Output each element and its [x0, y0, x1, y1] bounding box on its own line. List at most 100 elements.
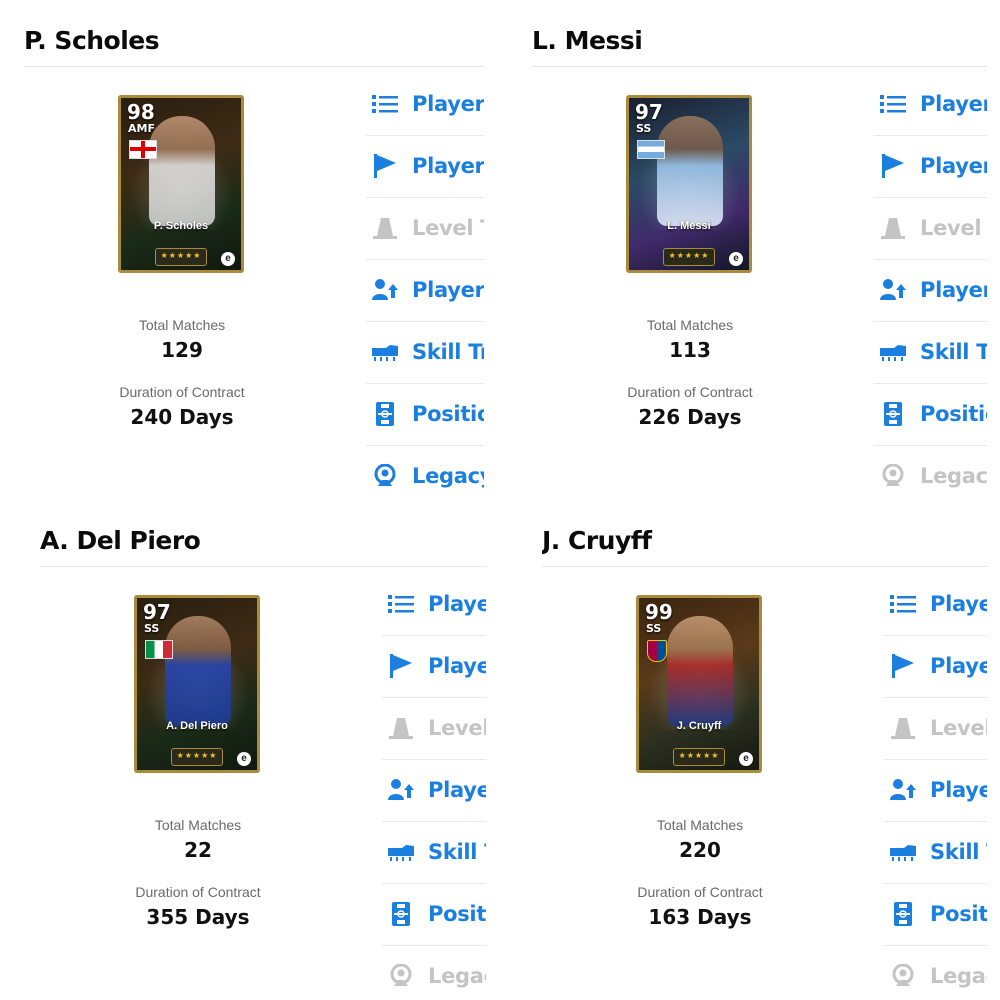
menu-level-training[interactable]: Level Training: [884, 698, 987, 760]
menu-label: Level Training: [412, 216, 484, 240]
total-matches-label: Total Matches: [646, 317, 734, 333]
player-panel-cruyff: J. Cruyff 99 SS J. Cruyff ★★★★★ e Total …: [542, 522, 987, 992]
menu-skill-training[interactable]: Skill Training: [382, 822, 486, 884]
menu-skill-training[interactable]: Skill Training: [884, 822, 987, 884]
player-image: [667, 616, 733, 726]
action-menu: Player Details Player Profile Level Trai…: [874, 74, 987, 492]
card-player-name: J. Cruyff: [676, 720, 722, 732]
menu-position-training[interactable]: Position Training: [382, 884, 486, 946]
player-card[interactable]: 99 SS J. Cruyff ★★★★★ e: [636, 595, 762, 773]
menu-position-training[interactable]: Position Training: [874, 384, 987, 446]
card-rating: 97: [143, 600, 171, 624]
efootball-logo-icon: e: [237, 752, 251, 766]
menu-label: Level Training: [930, 716, 987, 740]
list-icon: [372, 95, 398, 113]
card-position: SS: [636, 122, 652, 135]
menu-player-details[interactable]: Player Details: [366, 74, 484, 136]
flag-icon: [390, 654, 412, 678]
person-up-icon: [880, 279, 906, 300]
person-up-icon: [372, 279, 398, 300]
menu-player-progression[interactable]: Player Progression: [884, 760, 987, 822]
player-panel-scholes: P. Scholes 98 AMF P. Scholes ★★★★★ e Tot…: [24, 22, 484, 492]
menu-legacy[interactable]: Legacy: [884, 946, 987, 992]
menu-player-details[interactable]: Player Details: [874, 74, 987, 136]
menu-skill-training[interactable]: Skill Training: [874, 322, 987, 384]
boot-icon: [388, 845, 414, 861]
legacy-icon: [390, 964, 412, 986]
menu-player-profile[interactable]: Player Profile: [884, 636, 987, 698]
menu-legacy[interactable]: Legacy: [874, 446, 987, 492]
menu-player-details[interactable]: Player Details: [884, 574, 987, 636]
legacy-icon: [892, 964, 914, 986]
pitch-icon: [894, 902, 912, 926]
menu-level-training[interactable]: Level Training: [382, 698, 486, 760]
menu-label: Player Progression: [428, 778, 486, 802]
menu-label: Player Details: [428, 592, 486, 616]
menu-skill-training[interactable]: Skill Training: [366, 322, 484, 384]
flag-icon: [892, 654, 914, 678]
cone-icon: [373, 218, 397, 239]
pitch-icon: [884, 402, 902, 426]
menu-label: Position Training: [428, 902, 486, 926]
total-matches-value: 220: [679, 838, 721, 862]
menu-label: Player Profile: [930, 654, 987, 678]
stars-icon: ★★★★★: [160, 251, 202, 260]
menu-label: Player Progression: [412, 278, 484, 302]
menu-player-profile[interactable]: Player Profile: [366, 136, 484, 198]
action-menu: Player Details Player Profile Level Trai…: [382, 574, 486, 992]
divider: [542, 566, 987, 567]
player-card[interactable]: 97 SS L. Messi ★★★★★ e: [626, 95, 752, 273]
player-card[interactable]: 98 AMF P. Scholes ★★★★★ e: [118, 95, 244, 273]
player-name: A. Del Piero: [40, 526, 201, 555]
menu-player-profile[interactable]: Player Profile: [874, 136, 987, 198]
menu-position-training[interactable]: Position Training: [366, 384, 484, 446]
menu-label: Skill Training: [412, 340, 484, 364]
card-base: ★★★★★: [673, 748, 725, 766]
card-player-name: L. Messi: [667, 220, 711, 232]
flag-icon: [882, 154, 904, 178]
player-name: J. Cruyff: [542, 526, 652, 555]
menu-label: Legacy: [920, 464, 987, 488]
player-image: [165, 616, 231, 726]
card-base: ★★★★★: [155, 248, 207, 266]
menu-label: Position Training: [920, 402, 987, 426]
contract-label: Duration of Contract: [119, 384, 245, 400]
total-matches-label: Total Matches: [154, 817, 242, 833]
menu-label: Player Profile: [428, 654, 486, 678]
contract-value: 226 Days: [638, 405, 742, 429]
fc-barcelona-crest-icon: [647, 640, 667, 662]
menu-player-details[interactable]: Player Details: [382, 574, 486, 636]
card-position: SS: [646, 622, 662, 635]
boot-icon: [372, 345, 398, 361]
menu-player-progression[interactable]: Player Progression: [366, 260, 484, 322]
menu-player-profile[interactable]: Player Profile: [382, 636, 486, 698]
contract-label: Duration of Contract: [637, 884, 763, 900]
menu-label: Player Details: [930, 592, 987, 616]
card-base: ★★★★★: [171, 748, 223, 766]
person-up-icon: [388, 779, 414, 800]
menu-level-training[interactable]: Level Training: [366, 198, 484, 260]
menu-position-training[interactable]: Position Training: [884, 884, 987, 946]
divider: [532, 66, 987, 67]
menu-player-progression[interactable]: Player Progression: [382, 760, 486, 822]
card-player-name: A. Del Piero: [166, 720, 228, 732]
card-position: AMF: [128, 122, 155, 135]
menu-label: Legacy: [428, 964, 486, 988]
menu-legacy[interactable]: Legacy: [382, 946, 486, 992]
list-icon: [890, 595, 916, 613]
player-panel-del-piero: A. Del Piero 97 SS A. Del Piero ★★★★★ e …: [40, 522, 486, 992]
menu-label: Legacy: [412, 464, 484, 488]
menu-label: Position Training: [412, 402, 484, 426]
stars-icon: ★★★★★: [678, 751, 720, 760]
flag-icon: [374, 154, 396, 178]
argentina-flag-icon: [637, 140, 665, 159]
menu-legacy[interactable]: Legacy: [366, 446, 484, 492]
menu-player-progression[interactable]: Player Progression: [874, 260, 987, 322]
efootball-logo-icon: e: [221, 252, 235, 266]
legacy-icon: [882, 464, 904, 486]
list-icon: [388, 595, 414, 613]
player-name: P. Scholes: [24, 26, 160, 55]
contract-label: Duration of Contract: [135, 884, 261, 900]
player-card[interactable]: 97 SS A. Del Piero ★★★★★ e: [134, 595, 260, 773]
menu-level-training[interactable]: Level Training: [874, 198, 987, 260]
